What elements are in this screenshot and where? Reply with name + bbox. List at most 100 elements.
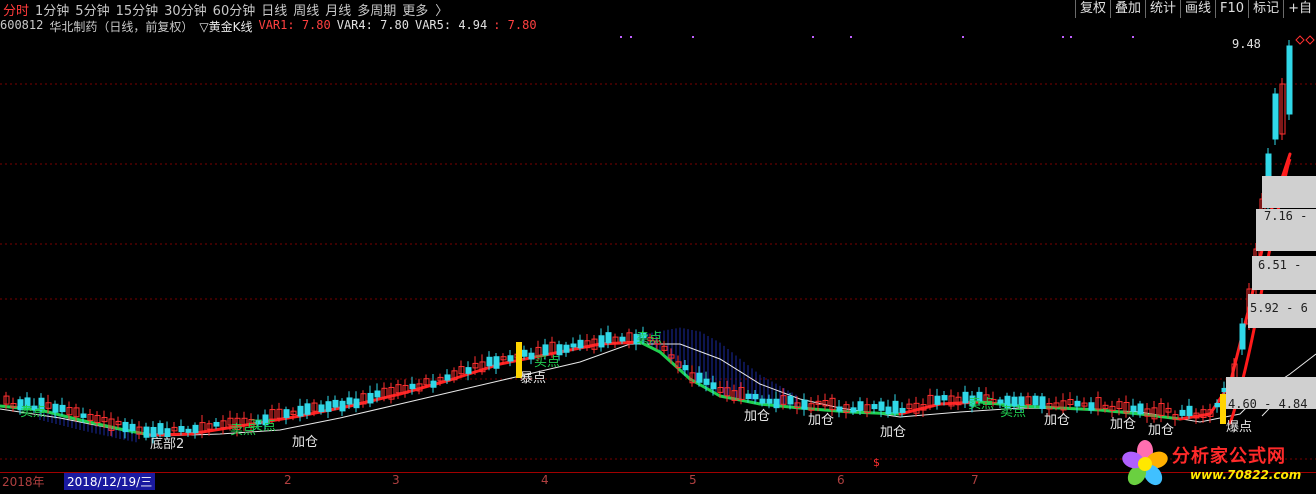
- axis-month-label: 5: [689, 473, 697, 487]
- candle-body: [801, 399, 808, 410]
- candle-body: [129, 423, 136, 432]
- right-button-group: 复权 叠加 统计 画线 F10 标记 +自: [1074, 0, 1316, 18]
- signal-label: 卖点: [20, 405, 46, 420]
- signal-dot: [1062, 36, 1064, 38]
- candle-body: [682, 365, 689, 371]
- signal-dot: [630, 36, 632, 38]
- signal-dot: [1070, 36, 1072, 38]
- period-tab-4[interactable]: 30分钟: [161, 0, 210, 19]
- candle-body: [885, 406, 892, 415]
- candle-body: [857, 401, 864, 411]
- signal-label: 加仓: [880, 425, 906, 440]
- candle-body: [59, 404, 66, 413]
- candle-body: [773, 398, 780, 409]
- axis-month-label: 6: [837, 473, 845, 487]
- period-tab-2[interactable]: 5分钟: [72, 0, 112, 19]
- toolbar-button-2[interactable]: 统计: [1145, 0, 1180, 18]
- signal-dot: [1132, 36, 1134, 38]
- period-tab-3[interactable]: 15分钟: [113, 0, 162, 19]
- candle-body: [1039, 396, 1046, 409]
- signal-label: 买点: [534, 355, 560, 370]
- period-tab-7[interactable]: 周线: [290, 0, 322, 19]
- flower-logo-icon: [1122, 440, 1168, 486]
- toolbar-button-0[interactable]: 复权: [1074, 0, 1110, 18]
- dollar-marker-icon: $: [873, 456, 880, 469]
- indicator-name[interactable]: ▽黄金K线: [199, 18, 252, 34]
- candle-body: [52, 403, 59, 413]
- period-tab-8[interactable]: 月线: [322, 0, 354, 19]
- signal-label: 爆点: [1226, 420, 1252, 435]
- candle-body: [297, 405, 304, 417]
- toolbar-button-6[interactable]: +自: [1283, 0, 1316, 18]
- candle-body: [598, 335, 605, 348]
- price-box: [1262, 176, 1316, 208]
- signal-label: 加仓: [808, 413, 834, 428]
- candle-body: [850, 407, 857, 413]
- signal-dot: [812, 36, 814, 38]
- signal-label: 加仓: [1148, 423, 1174, 438]
- signal-dot: [692, 36, 694, 38]
- price-label: 4.60 - 4.84: [1228, 397, 1307, 411]
- candle-body: [556, 344, 563, 356]
- candle-body: [766, 398, 773, 404]
- candle-body: [997, 399, 1004, 404]
- period-tab-6[interactable]: 日线: [258, 0, 290, 19]
- candle-body: [836, 406, 843, 412]
- candle-body: [409, 383, 416, 390]
- var6-value: : 7.80: [493, 18, 537, 32]
- candle-body: [1239, 323, 1246, 350]
- candle-body: [339, 400, 346, 412]
- candle-body: [80, 413, 87, 418]
- candle-body: [213, 421, 220, 427]
- signal-label: 卖点: [230, 423, 256, 438]
- period-tab-5[interactable]: 60分钟: [210, 0, 259, 19]
- candle-body: [374, 390, 381, 398]
- price-label: 5.92 - 6: [1250, 301, 1308, 315]
- candle-body: [1137, 403, 1144, 415]
- toolbar-button-1[interactable]: 叠加: [1110, 0, 1145, 18]
- candle-body: [710, 382, 717, 390]
- candle-body: [570, 343, 577, 348]
- toolbar-button-4[interactable]: F10: [1215, 0, 1248, 18]
- var5-value: VAR5: 4.94: [414, 18, 488, 32]
- signal-label: 暴点: [520, 371, 546, 386]
- candle-body: [605, 332, 612, 344]
- candle-body: [1186, 405, 1193, 417]
- axis-month-label: 3: [392, 473, 400, 487]
- watermark-logo: 分析家公式网 www.70822.com: [1118, 438, 1314, 490]
- signal-label: 底部2: [150, 436, 184, 452]
- stock-name: 华北制药（日线，前复权）: [49, 20, 194, 34]
- candle-body: [787, 396, 794, 405]
- period-tab-0[interactable]: 分时: [0, 0, 32, 19]
- candle-body: [759, 398, 766, 404]
- candlestick-chart[interactable]: 9.48 7.16 - 6.51 - 5.92 - 6 4.60 - 4.84 卖点底部2…: [0, 34, 1316, 470]
- ma-segment: [758, 402, 802, 410]
- candle-body: [122, 421, 129, 433]
- candle-body: [1032, 395, 1039, 406]
- candle-body: [934, 395, 941, 405]
- period-tab-10[interactable]: 更多: [399, 0, 431, 19]
- candle-body: [325, 401, 332, 412]
- candle-body: [871, 404, 878, 410]
- signal-dot: [962, 36, 964, 38]
- candle-body: [444, 374, 451, 381]
- candle-body: [542, 344, 549, 356]
- period-tab-1[interactable]: 1分钟: [32, 0, 72, 19]
- candle-body: [703, 378, 710, 385]
- more-arrow-icon[interactable]: 〉: [431, 0, 451, 19]
- candle-body: [1179, 409, 1186, 416]
- period-tab-9[interactable]: 多周期: [354, 0, 399, 19]
- candle-body: [304, 403, 311, 415]
- indicator-info-bar: 600812 华北制药（日线，前复权） ▽黄金K线 VAR1: 7.80 VAR…: [0, 18, 1316, 34]
- candle-body: [164, 428, 171, 438]
- signal-label: 卖点: [636, 331, 662, 346]
- toolbar-button-3[interactable]: 画线: [1180, 0, 1215, 18]
- watermark-url: www.70822.com: [1190, 468, 1302, 482]
- candle-body: [367, 392, 374, 404]
- candle-body: [332, 399, 339, 408]
- watermark-text: 分析家公式网: [1172, 446, 1286, 467]
- corner-diamond-icon: [1295, 35, 1305, 45]
- candle-body: [941, 395, 948, 401]
- toolbar-button-5[interactable]: 标记: [1248, 0, 1283, 18]
- axis-month-label: 4: [541, 473, 549, 487]
